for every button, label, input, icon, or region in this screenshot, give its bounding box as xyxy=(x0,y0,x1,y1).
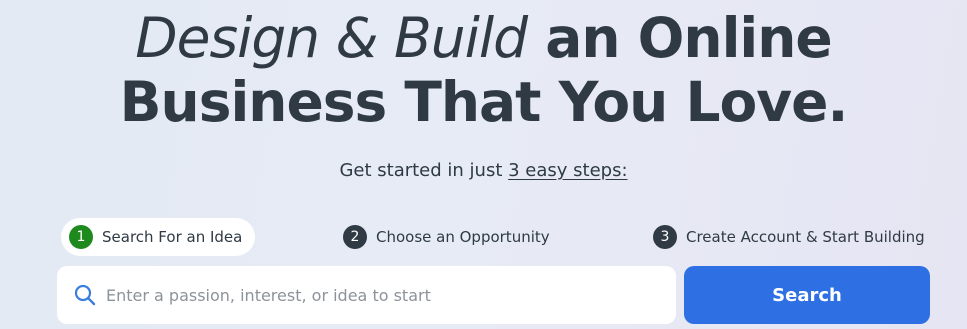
search-icon xyxy=(72,282,98,308)
step-1-search-idea[interactable]: 1 Search For an Idea xyxy=(61,218,256,256)
step-number-badge: 2 xyxy=(343,225,367,249)
search-input[interactable] xyxy=(104,274,676,316)
headline-italic-text: Design & Build xyxy=(135,6,528,70)
headline-line-1: Design & Build an Online xyxy=(0,6,967,70)
steps-intro: Get started in just 3 easy steps: xyxy=(0,159,967,183)
headline-line-2: Business That You Love. xyxy=(119,70,849,134)
step-3-create-account[interactable]: 3 Create Account & Start Building xyxy=(653,218,925,256)
easy-steps-link[interactable]: 3 easy steps: xyxy=(508,160,627,181)
page-headline: Design & Build an Online Business That Y… xyxy=(0,6,967,134)
step-label: Search For an Idea xyxy=(102,228,243,246)
step-2-choose-opportunity[interactable]: 2 Choose an Opportunity xyxy=(343,218,550,256)
step-label: Create Account & Start Building xyxy=(686,228,925,246)
headline-line-1-text: an Online xyxy=(545,6,832,70)
steps-intro-text: Get started in just xyxy=(339,160,509,181)
step-number-badge: 3 xyxy=(653,225,677,249)
search-box[interactable] xyxy=(57,266,676,324)
step-label: Choose an Opportunity xyxy=(376,228,550,246)
search-button[interactable]: Search xyxy=(684,266,930,324)
step-number-badge: 1 xyxy=(69,225,93,249)
